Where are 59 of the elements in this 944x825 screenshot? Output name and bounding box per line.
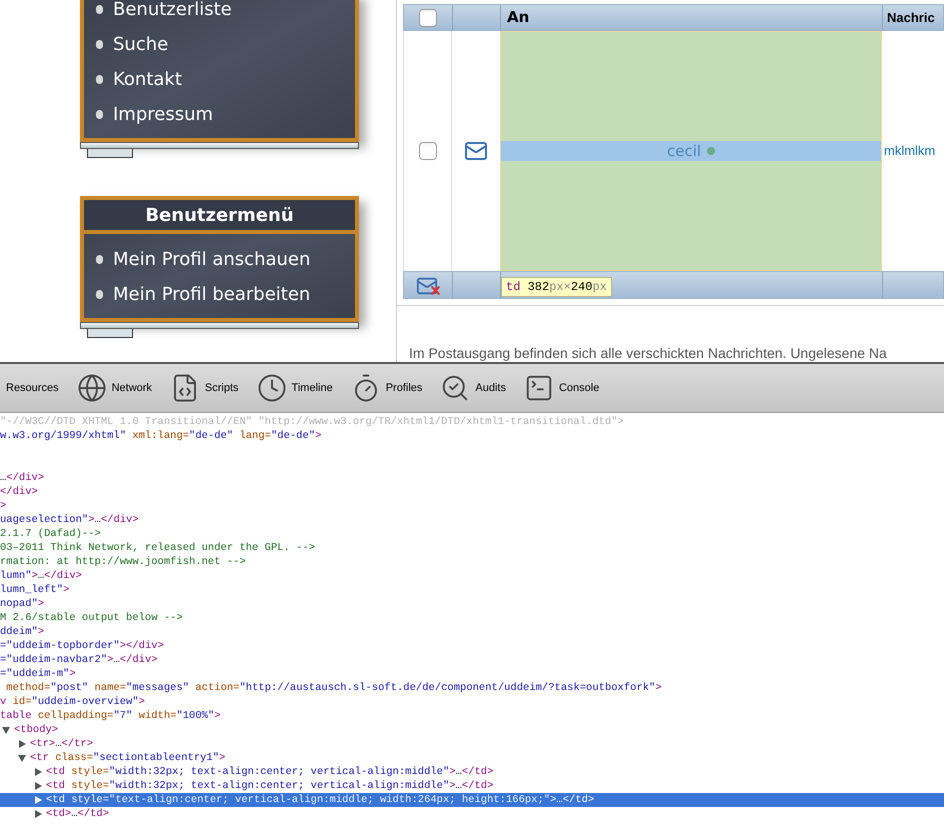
source-line: uageselection">…</div> [0, 513, 140, 527]
menu-link[interactable]: Mein Profil bearbeiten [113, 286, 310, 304]
dom-node-line[interactable]: <td style="width:32px; text-align:center; vertical-align:middle">…</td> [0, 779, 944, 793]
source-line: "-//W3C//DTD XHTML 1.0 Transitional//EN" "http://www.w3.org/TR/xhtml1/DTD/xhtml1-transitional.dtd"> [0, 415, 625, 429]
devtools-tab[interactable]: Profiles [348, 366, 424, 410]
source-line: nopad"> [0, 597, 46, 611]
column-header[interactable]: An [507, 6, 530, 29]
clock-icon [256, 373, 287, 403]
dom-node-line[interactable]: <tr>…</tr> [0, 737, 944, 751]
inspector-tooltip: td 382px×240px [501, 277, 612, 297]
devtools-tab[interactable]: Scripts [168, 366, 241, 410]
source-line: lumn_left"> [0, 583, 70, 597]
source-line: > [0, 499, 8, 513]
chalk-bullet-icon [96, 40, 103, 49]
devtools-tab[interactable]: Network [74, 366, 154, 410]
globe-icon [76, 373, 107, 403]
menu-link[interactable]: Suche [113, 36, 168, 54]
checkbox[interactable] [418, 142, 436, 160]
envelope-icon[interactable] [464, 139, 488, 163]
chalk-bullet-icon [96, 110, 103, 119]
devtools-tab[interactable]: Timeline [254, 366, 335, 410]
source-line: lumn">…</div> [0, 569, 83, 583]
menu-link[interactable]: Mein Profil anschauen [113, 250, 310, 268]
column-header[interactable]: Nachric [887, 8, 935, 28]
dom-node-line[interactable]: <td>…</td> [0, 807, 944, 821]
chalk-bullet-icon [96, 5, 103, 14]
source-line: ddeim"> [0, 625, 46, 639]
dom-node-line[interactable]: <tbody> [0, 723, 944, 737]
chalk-bullet-icon [96, 290, 103, 299]
source-line: </div> [0, 485, 39, 499]
source-line: rmation: at http://www.joomfish.net --> [0, 555, 247, 569]
source-line: ="uddeim-navbar2">…</div> [0, 653, 159, 667]
source-line: v id="uddeim-overview"> [0, 695, 146, 709]
devtools-tab[interactable]: Resources [4, 366, 61, 410]
menu-title: Benutzermenü [145, 204, 294, 228]
source-line: 03–2011 Think Network, released under the GPL. --> [0, 541, 316, 555]
eraser-icon [87, 149, 133, 158]
source-line: w.w3.org/1999/xhtml" xml:lang="de-de" lang="de-de"> [0, 429, 322, 443]
devtools-tab[interactable]: Audits [438, 366, 508, 410]
source-line: ="uddeim-topborder"></div> [0, 639, 165, 653]
source-line: method="post" name="messages" action="http://austausch.sl-soft.de/de/component/uddeim/?task=outboxfork"> [5, 681, 663, 695]
source-line: M 2.6/stable output below --> [0, 611, 184, 625]
info-paragraph: Im Postausgang befinden sich alle verschickten Nachrichten. Ungelesene Na [409, 344, 888, 362]
eraser-icon [87, 329, 133, 338]
devtools-tab[interactable]: Console [522, 366, 602, 410]
chalk-bullet-icon [96, 255, 103, 264]
menu-link[interactable]: Kontakt [113, 70, 182, 88]
source-line: …</div> [0, 471, 46, 485]
dom-node-line[interactable]: <td style="width:32px; text-align:center; vertical-align:middle">…</td> [0, 765, 944, 779]
source-line: ="uddeim-m"> [0, 667, 77, 681]
checkbox[interactable] [419, 8, 437, 26]
message-link[interactable]: mklmlkm [884, 141, 936, 161]
menu-link[interactable]: Impressum [113, 106, 214, 124]
chalk-bullet-icon [96, 75, 103, 84]
delete-mail-icon[interactable] [416, 275, 440, 295]
dom-node-line[interactable]: <tr class="sectiontableentry1"> [0, 751, 944, 765]
source-line: table cellpadding="7" width="100%"> [0, 709, 222, 723]
source-line: 2.1.7 (Dafad)--> [0, 527, 102, 541]
menu-link[interactable]: Benutzerliste [113, 0, 232, 18]
